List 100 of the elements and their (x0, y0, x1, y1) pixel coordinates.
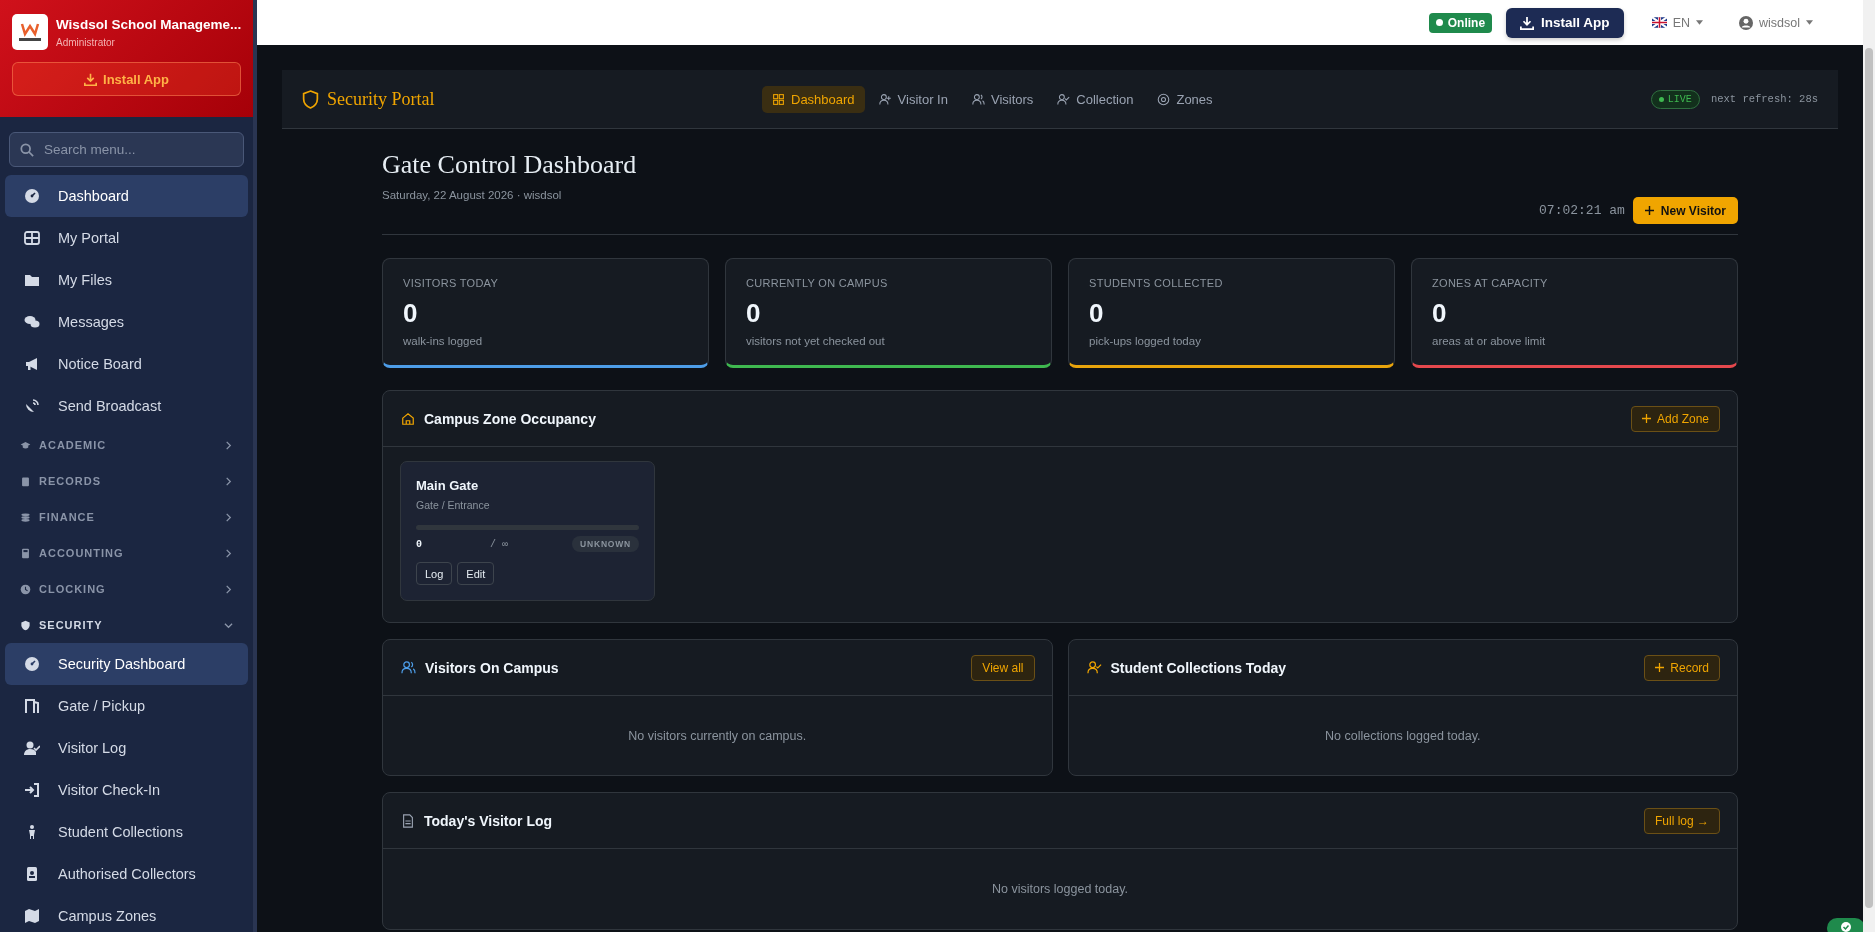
user-plus-icon (878, 92, 892, 106)
record-button[interactable]: Record (1644, 654, 1720, 681)
stat-label: STUDENTS COLLECTED (1089, 277, 1224, 289)
sidebar-group[interactable]: FINANCE (0, 499, 253, 535)
stat-label: ZONES AT CAPACITY (1432, 277, 1549, 289)
sidebar-group[interactable]: ACCOUNTING (0, 535, 253, 571)
graduation-cap-icon (20, 439, 31, 451)
house-icon (401, 411, 415, 426)
zone-action-button[interactable]: Log (416, 562, 453, 585)
sidebar-item[interactable]: Messages (5, 301, 248, 343)
satellite-dish-icon (24, 398, 40, 414)
live-badge: LIVE (1650, 89, 1700, 109)
user-check-icon (1057, 92, 1071, 106)
nav-tab[interactable]: Visitors (961, 85, 1044, 113)
map-icon (24, 908, 40, 924)
sidebar-item[interactable]: My Portal (5, 217, 248, 259)
scrollbar[interactable] (1863, 0, 1875, 932)
download-icon (84, 72, 97, 86)
clock-icon (20, 583, 31, 595)
user-menu[interactable]: wisdsol (1739, 15, 1813, 30)
panel-title: Student Collections Today (1110, 659, 1287, 676)
chevron-icon (224, 512, 233, 522)
document-icon (401, 813, 415, 828)
folder-icon (24, 272, 40, 288)
caret-icon (1696, 20, 1703, 25)
life-ring-icon (1157, 92, 1171, 106)
check-badge-icon (1827, 918, 1865, 932)
user-avatar-icon (1739, 15, 1753, 30)
chevron-icon (224, 584, 233, 594)
sidebar-item[interactable]: My Files (5, 259, 248, 301)
sidebar-item[interactable]: Authorised Collectors (5, 853, 248, 895)
chevron-icon (224, 620, 233, 630)
sidebar-group[interactable]: ACADEMIC (0, 427, 253, 463)
page-title: Gate Control Dashboard (382, 150, 637, 180)
install-app-button[interactable]: Install App (1506, 7, 1624, 38)
stat-value: 0 (746, 298, 762, 329)
sidebar-item[interactable]: Send Broadcast (5, 385, 248, 427)
sidebar-item[interactable]: Campus Zones (5, 895, 248, 932)
stat-label: CURRENTLY ON CAMPUS (746, 277, 889, 289)
user-check-icon (24, 740, 40, 756)
new-visitor-button[interactable]: New Visitor (1632, 197, 1738, 224)
plus-icon (1655, 663, 1665, 672)
status-badge: UNKNOWN (572, 536, 639, 552)
sidebar-group[interactable]: CLOCKING (0, 571, 253, 607)
logo-icon (12, 14, 48, 50)
sidebar-item[interactable]: Student Collections (5, 811, 248, 853)
empty-message: No visitors logged today. (992, 882, 1128, 896)
stat-note: visitors not yet checked out (746, 335, 886, 347)
shield-icon (302, 89, 319, 109)
download-icon (1520, 15, 1535, 30)
panel-title: Visitors On Campus (425, 659, 559, 676)
search-field[interactable]: Search menu... (9, 132, 244, 167)
occupancy-count: 0 (416, 538, 423, 550)
gauge-icon (24, 188, 40, 204)
clock: 07:02:21 am (1539, 203, 1625, 218)
portal-title: Security Portal (327, 88, 435, 110)
plus-icon (1641, 414, 1651, 423)
refresh-countdown: next refresh: 28s (1710, 93, 1818, 105)
full-log-button[interactable]: Full log → (1643, 807, 1720, 834)
sidebar-item[interactable]: Visitor Log (5, 727, 248, 769)
add-zone-button[interactable]: Add Zone (1630, 405, 1720, 432)
sidebar-item[interactable]: Notice Board (5, 343, 248, 385)
sidebar-group[interactable]: RECORDS (0, 463, 253, 499)
flag-icon (1651, 17, 1667, 28)
coins-icon (20, 511, 31, 523)
online-status-badge: Online (1428, 12, 1493, 33)
view-all-button[interactable]: View all (971, 654, 1035, 681)
stat-value: 0 (1432, 298, 1448, 329)
sidebar-group[interactable]: SECURITY (0, 607, 253, 643)
sign-in-icon (24, 782, 40, 798)
stat-value: 0 (1089, 298, 1105, 329)
nav-tab[interactable]: Visitor In (868, 85, 958, 113)
zone-name: Main Gate (416, 478, 480, 493)
stat-note: walk-ins logged (403, 335, 484, 347)
gauge-icon (24, 656, 40, 672)
nav-tab[interactable]: Collection (1047, 85, 1144, 113)
sidebar-item[interactable]: Security Dashboard (5, 643, 248, 685)
calculator-icon (20, 547, 31, 559)
stat-value: 0 (403, 298, 419, 329)
nav-tab[interactable]: Dashboard (762, 85, 865, 113)
empty-message: No visitors currently on campus. (628, 728, 807, 743)
empty-message: No collections logged today. (1325, 728, 1481, 743)
zone-type: Gate / Entrance (416, 499, 491, 511)
chevron-icon (224, 548, 233, 558)
nav-tab[interactable]: Zones (1147, 85, 1223, 113)
door-icon (24, 698, 40, 714)
users-icon (971, 92, 985, 106)
sidebar-item[interactable]: Dashboard (5, 175, 248, 217)
id-badge-icon (24, 866, 40, 882)
sidebar-item[interactable]: Visitor Check-In (5, 769, 248, 811)
language-selector[interactable]: EN (1651, 15, 1703, 30)
user-role: Administrator (56, 36, 116, 48)
stat-note: pick-ups logged today (1089, 335, 1202, 347)
grid-icon (24, 230, 40, 246)
plus-icon (1644, 206, 1654, 215)
sidebar-item[interactable]: Gate / Pickup (5, 685, 248, 727)
zone-action-button[interactable]: Edit (457, 562, 495, 585)
page-subtitle: Saturday, 22 August 2026 · wisdsol (382, 189, 563, 201)
panel-title: Today's Visitor Log (424, 812, 553, 829)
app-name: Wisdsol School Manageme... (56, 16, 242, 32)
